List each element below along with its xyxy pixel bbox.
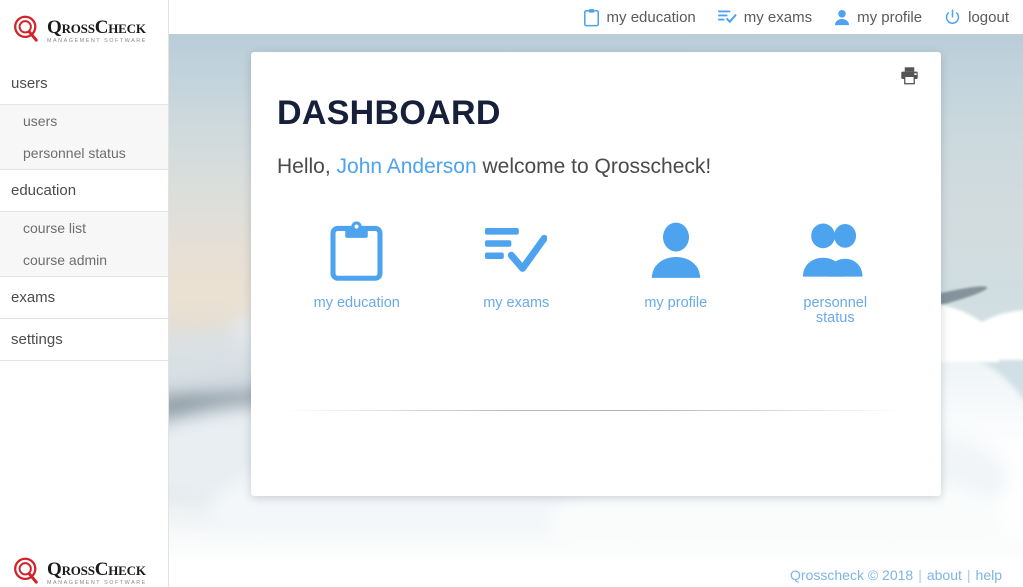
magnifier-q-icon (12, 14, 42, 49)
people-icon (802, 220, 868, 282)
sidebar-group-label: education (11, 182, 77, 199)
sidebar-item-label: personnel status (23, 145, 126, 161)
brand-tagline: MANAGEMENT SOFTWARE (47, 580, 147, 587)
nav-item-my-profile[interactable]: my profile (834, 9, 922, 26)
printer-icon (900, 66, 919, 90)
nav-item-logout[interactable]: logout (944, 9, 1009, 26)
nav-label: logout (968, 8, 1009, 26)
shortcut-personnel-status[interactable]: personnel status (756, 220, 916, 326)
shortcut-row: my education my exams my profile personn… (277, 220, 915, 326)
sidebar: QrossCheck MANAGEMENT SOFTWARE users use… (0, 0, 169, 587)
footer-separator: | (966, 566, 971, 583)
user-name: John Anderson (336, 155, 477, 178)
sidebar-item-course-list[interactable]: course list (0, 212, 168, 244)
shortcut-my-profile[interactable]: my profile (596, 220, 756, 326)
sidebar-group-users[interactable]: users (0, 63, 168, 104)
list-check-icon (717, 9, 737, 25)
greeting-text: Hello, John Anderson welcome to Qrossche… (277, 155, 711, 179)
background-bottom-fade (169, 526, 1023, 562)
sidebar-item-exams[interactable]: exams (0, 277, 168, 318)
nav-label: my education (606, 8, 696, 26)
app-window: my education my exams my profile logout … (0, 0, 1023, 587)
top-navigation: my education my exams my profile logout (169, 0, 1023, 34)
sidebar-item-settings[interactable]: settings (0, 319, 168, 360)
person-icon (834, 9, 850, 26)
shortcut-label: my education (313, 295, 400, 311)
dashboard-card: DASHBOARD Hello, John Anderson welcome t… (251, 52, 941, 496)
brand-logo-bottom[interactable]: QrossCheck MANAGEMENT SOFTWARE (12, 556, 157, 587)
sidebar-group-education[interactable]: education (0, 170, 168, 211)
sidebar-item-course-admin[interactable]: course admin (0, 244, 168, 276)
footer-copyright: Qrosscheck © 2018 (790, 566, 914, 583)
sidebar-submenu-education: course list course admin (0, 211, 168, 277)
clipboard-icon (583, 8, 600, 27)
magnifier-q-icon (12, 556, 42, 587)
nav-label: my profile (857, 8, 923, 26)
footer-link-about[interactable]: about (927, 567, 962, 583)
nav-item-my-exams[interactable]: my exams (717, 8, 813, 26)
brand-name: QrossCheck (47, 559, 146, 581)
sidebar-item-label: course list (23, 220, 87, 236)
card-divider (284, 410, 906, 411)
shortcut-label: my profile (644, 295, 708, 311)
greeting-prefix: Hello, (277, 155, 337, 178)
sidebar-item-label: settings (11, 331, 63, 348)
shortcut-label: my exams (483, 295, 550, 311)
brand-name: QrossCheck (47, 17, 146, 39)
sidebar-submenu-users: users personnel status (0, 104, 168, 170)
sidebar-menu: users users personnel status education c… (0, 63, 168, 361)
sidebar-item-personnel-status[interactable]: personnel status (0, 137, 168, 169)
power-icon (944, 9, 961, 26)
brand-logo-top[interactable]: QrossCheck MANAGEMENT SOFTWARE (12, 14, 157, 46)
shortcut-my-exams[interactable]: my exams (437, 220, 597, 326)
person-icon (650, 220, 702, 282)
footer-link-help[interactable]: help (976, 567, 1002, 583)
greeting-suffix: welcome to Qrosscheck! (476, 155, 712, 178)
sidebar-item-label: course admin (23, 252, 108, 268)
footer: Qrosscheck © 2018 | about | help (169, 562, 1023, 587)
nav-label: my exams (743, 8, 813, 26)
sidebar-item-users[interactable]: users (0, 105, 168, 137)
nav-item-my-education[interactable]: my education (583, 8, 696, 27)
page-title: DASHBOARD (277, 94, 501, 132)
footer-separator: | (918, 566, 922, 583)
sidebar-item-label: users (23, 113, 58, 129)
shortcut-label: personnel status (803, 295, 868, 327)
print-button[interactable] (900, 66, 919, 90)
clipboard-icon (329, 220, 384, 282)
sidebar-group-label: users (11, 75, 48, 92)
sidebar-item-label: exams (11, 289, 56, 306)
shortcut-my-education[interactable]: my education (277, 220, 437, 326)
brand-tagline: MANAGEMENT SOFTWARE (47, 38, 147, 45)
sidebar-divider (0, 360, 168, 361)
list-check-icon (485, 220, 548, 282)
